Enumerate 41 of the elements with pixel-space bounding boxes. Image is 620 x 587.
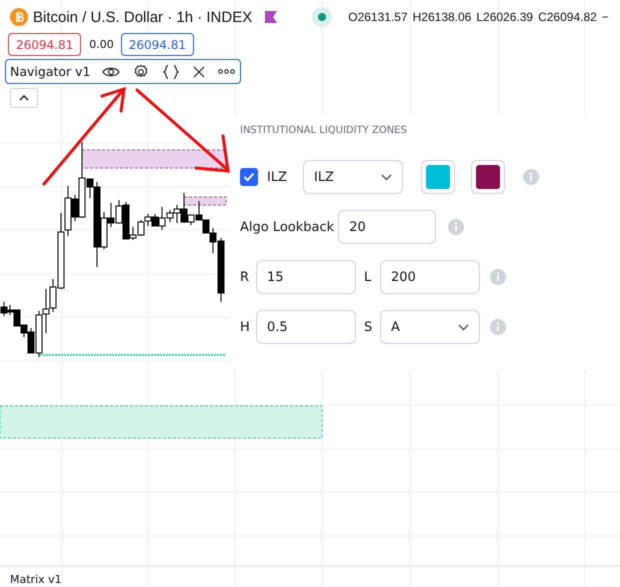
ohlc-value: O26131.57: [348, 10, 408, 24]
check-icon: [243, 172, 255, 182]
settings-icon[interactable]: [132, 64, 148, 80]
color-swatch[interactable]: [420, 160, 455, 194]
pane-title: Matrix v1: [10, 573, 62, 586]
checkbox[interactable]: [240, 168, 258, 186]
input-field[interactable]: 200: [380, 260, 480, 294]
checkbox-label: ILZ: [267, 170, 287, 184]
chevron-down-icon: [380, 174, 392, 180]
chevron-down-icon: [458, 324, 469, 330]
flag-icon[interactable]: [264, 10, 278, 24]
input-field[interactable]: 20: [338, 210, 436, 244]
input-field[interactable]: 15: [256, 260, 356, 294]
braces-icon[interactable]: [162, 64, 180, 80]
ohlc-value: H26138.06: [412, 10, 472, 24]
close-icon[interactable]: [192, 66, 204, 78]
field-label: S: [364, 320, 374, 334]
buy-price-button[interactable]: 26094.81: [120, 33, 194, 56]
dropdown[interactable]: A: [380, 310, 480, 344]
eye-icon[interactable]: [102, 66, 120, 78]
symbol-title[interactable]: Bitcoin / U.S. Dollar · 1h · INDEX: [33, 8, 252, 26]
indicator-name: Navigator v1: [10, 64, 90, 79]
caret-icon: [19, 95, 29, 101]
spread-value: 0.00: [89, 38, 114, 51]
change-value: −: [602, 10, 609, 24]
color-swatch[interactable]: [470, 160, 505, 194]
input-field[interactable]: 0.5: [256, 310, 356, 344]
field-label: Algo Lookback: [240, 220, 334, 234]
indicator-legend[interactable]: Navigator v1: [5, 59, 240, 84]
field-label: R: [240, 270, 250, 284]
sell-price-button[interactable]: 26094.81: [8, 33, 82, 56]
dropdown[interactable]: ILZ: [302, 160, 403, 194]
field-label: L: [364, 270, 372, 284]
ohlc-value: L26026.39: [476, 10, 534, 24]
zone-band: [184, 196, 226, 206]
section-title: INSTITUTIONAL LIQUIDITY ZONES: [240, 125, 408, 136]
ohlc-value: C26094.82: [538, 10, 597, 24]
more-icon[interactable]: [218, 69, 234, 74]
bitcoin-icon: [10, 8, 28, 26]
collapse-button[interactable]: [10, 88, 38, 108]
field-label: H: [240, 320, 250, 334]
